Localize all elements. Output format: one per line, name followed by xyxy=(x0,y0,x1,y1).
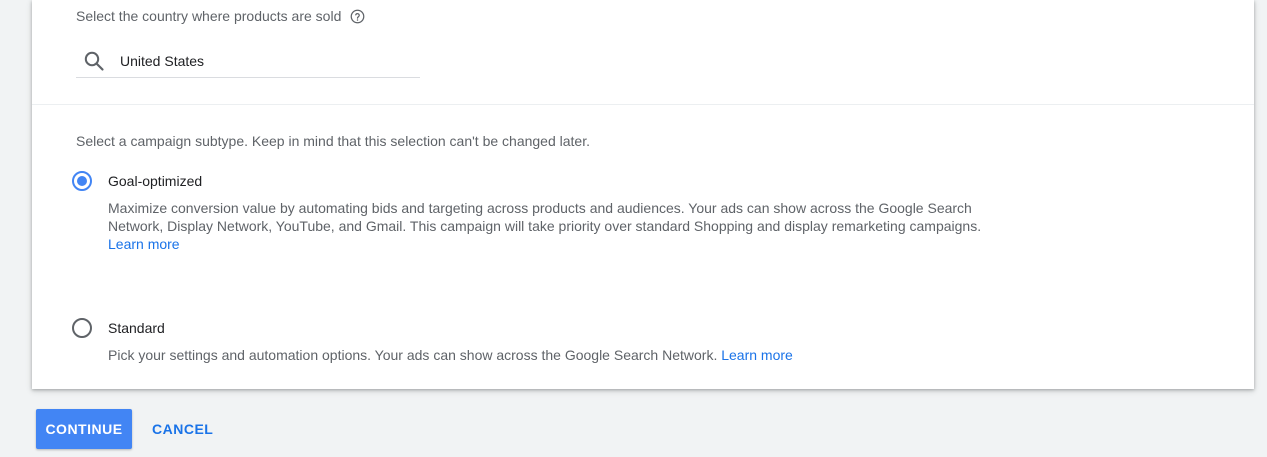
search-icon xyxy=(84,51,104,71)
country-label: Select the country where products are so… xyxy=(76,8,342,24)
goal-optimized-radio[interactable] xyxy=(72,171,92,191)
campaign-settings-card: Select the country where products are so… xyxy=(32,0,1254,389)
cancel-button[interactable]: CANCEL xyxy=(146,409,219,449)
standard-description-text: Pick your settings and automation option… xyxy=(108,347,718,363)
country-section: Select the country where products are so… xyxy=(32,0,1254,105)
goal-optimized-learn-more-link[interactable]: Learn more xyxy=(108,236,180,252)
goal-optimized-description: Maximize conversion value by automating … xyxy=(108,199,988,253)
standard-radio[interactable] xyxy=(72,318,92,338)
goal-optimized-description-text: Maximize conversion value by automating … xyxy=(108,200,982,234)
continue-button[interactable]: CONTINUE xyxy=(36,409,132,449)
goal-optimized-title[interactable]: Goal-optimized xyxy=(108,173,202,189)
standard-title[interactable]: Standard xyxy=(108,320,165,336)
country-search-field[interactable] xyxy=(76,44,420,78)
country-label-row: Select the country where products are so… xyxy=(76,8,365,24)
help-circle-icon[interactable] xyxy=(350,9,365,24)
standard-description: Pick your settings and automation option… xyxy=(108,346,1008,364)
country-search-input[interactable] xyxy=(120,52,400,69)
form-actions: CONTINUE CANCEL xyxy=(36,409,219,449)
standard-learn-more-link[interactable]: Learn more xyxy=(721,347,793,363)
subtype-label: Select a campaign subtype. Keep in mind … xyxy=(76,133,590,149)
